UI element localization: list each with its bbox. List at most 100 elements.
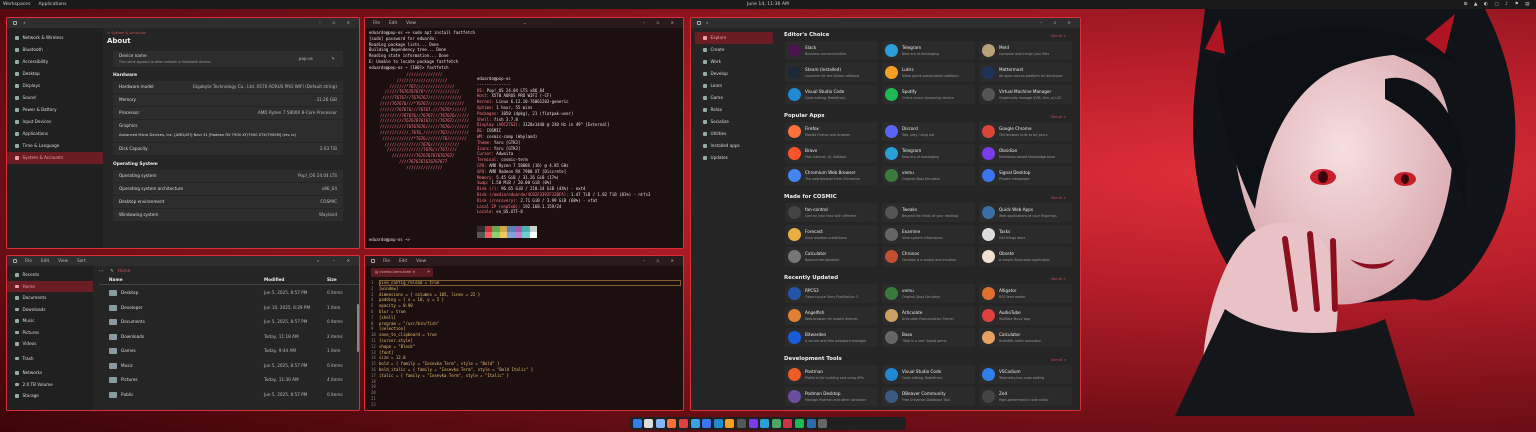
sidebar-item-sound[interactable]: Sound — [7, 92, 103, 104]
files-sidebar-recents[interactable]: Recents — [7, 269, 93, 281]
chevron-down-icon[interactable]: ⌄ — [523, 18, 527, 28]
editor-text[interactable]: live_config_reload = true [window] dimensi… — [379, 280, 533, 379]
sidebar-item-accessibility[interactable]: Accessibility — [7, 56, 103, 68]
app-card-alligator[interactable]: Alligator RSS feed reader — [979, 284, 1072, 303]
app-card-virtual-machine-manager[interactable]: Virtual Machine Manager Graphically manag… — [979, 85, 1072, 104]
menu-file[interactable]: File — [373, 20, 380, 25]
app-card-boxo[interactable]: Boxo "Dial in a row" board game — [882, 328, 975, 347]
see-all-link[interactable]: See all > — [1051, 277, 1066, 281]
sidebar-item-system-accounts[interactable]: System & Accounts — [7, 152, 103, 164]
app-card-steam-installed[interactable]: Steam (Installed) Launcher for the Steam … — [785, 63, 878, 82]
device-name-row[interactable]: Device name This name appears to other n… — [113, 51, 343, 67]
app-card-alpaca[interactable]: AlpacaChat with AI models — [882, 409, 975, 410]
search-icon[interactable]: ⌕ — [317, 256, 319, 266]
files-sidebar-networks[interactable]: Networks — [7, 367, 93, 379]
dock-app-icon[interactable] — [678, 419, 688, 428]
see-all-link[interactable]: See all > — [1051, 196, 1066, 200]
window-controls[interactable]: – ▫ ✕ — [643, 18, 679, 28]
files-sidebar-downloads[interactable]: Downloads — [7, 304, 93, 316]
sidebar-item-displays[interactable]: Displays — [7, 80, 103, 92]
app-card-tasks[interactable]: Tasks Get things done — [979, 225, 1072, 244]
new-tab-button[interactable]: + — [427, 269, 431, 274]
app-card-google-chrome[interactable]: Google Chrome The browser built to be you… — [979, 122, 1072, 141]
app-card-audiotube[interactable]: AudioTube YouTube Music app — [979, 306, 1072, 325]
sidebar-toggle-icon[interactable] — [13, 21, 17, 25]
breadcrumb[interactable]: < System & Accounts — [107, 31, 357, 35]
app-card-visual-studio-code[interactable]: Visual Studio Code Code editing. Redefine… — [785, 85, 878, 104]
dock-app-icon[interactable] — [690, 419, 700, 428]
dock-app-icon[interactable] — [760, 419, 770, 428]
app-card-quick-web-apps[interactable]: Quick Web Apps Web applications at your f… — [979, 203, 1072, 222]
dock-app-icon[interactable] — [748, 419, 758, 428]
files-sidebar-storage[interactable]: Storage — [7, 390, 93, 402]
app-card-arduino-ide-v2[interactable]: Arduino IDE v2Open-source electronics pr… — [785, 409, 878, 410]
menu-edit[interactable]: Edit — [399, 258, 407, 263]
table-row[interactable]: Pictures Today, 11:30 AM 4 items — [99, 373, 359, 388]
window-controls[interactable]: – ▫ ✕ — [319, 18, 355, 28]
dock-app-icon[interactable] — [783, 419, 793, 428]
files-sidebar-2-0-tb-volume[interactable]: 2.0 TB Volume — [7, 379, 93, 391]
app-card-chromium-web-browser[interactable]: Chromium Web Browser The web browser from… — [785, 166, 878, 185]
see-all-link[interactable]: See all > — [1051, 34, 1066, 38]
table-row[interactable]: Games Today, 9:44 AM 1 item — [99, 344, 359, 359]
dock-app-icon[interactable] — [632, 419, 642, 428]
app-card-calculator[interactable]: Calculator Scientific math calculator — [979, 328, 1072, 347]
app-card-vscodium[interactable]: VSCodium Telemetry-less code editing — [979, 365, 1072, 384]
app-card-examine[interactable]: Examine View system information — [882, 225, 975, 244]
app-card-dbeaver-community[interactable]: DBeaver Community Free Universal Database… — [882, 387, 975, 406]
app-card-vemu[interactable]: vemu Original Xbox Emulator — [882, 284, 975, 303]
dock-app-icon[interactable] — [818, 419, 828, 428]
status-tray[interactable]: ⊞ ▲ ◐ ▢ ♪ ⚑ ▤ — [1464, 0, 1532, 9]
app-card-calculator[interactable]: Calculator Beyond the equation — [785, 247, 878, 266]
app-card-telegram[interactable]: Telegram New era of messaging — [882, 144, 975, 163]
app-card-slack[interactable]: Slack Business communication — [785, 41, 878, 60]
app-card-signal-desktop[interactable]: Signal Desktop Private messenger — [979, 166, 1072, 185]
app-card-brave[interactable]: Brave Fast Internet, AI, Adblock — [785, 144, 878, 163]
table-row[interactable]: Public Jun 5, 2025, 8:57 PM 0 items — [99, 388, 359, 403]
app-card-bitwarden[interactable]: Bitwarden A secure and free password mana… — [785, 328, 878, 347]
app-card-thonny[interactable]: ThonnyPython IDE for beginners — [979, 409, 1072, 410]
window-controls[interactable]: – ✕ — [333, 256, 355, 266]
files-sidebar-documents[interactable]: Documents — [7, 292, 93, 304]
dock-app-icon[interactable] — [806, 419, 816, 428]
clock[interactable]: June 14, 11:36 AM — [0, 0, 1536, 9]
app-card-vemu[interactable]: vemu Original Xbox Emulator — [882, 166, 975, 185]
files-sidebar-music[interactable]: Music — [7, 315, 93, 327]
col-modified[interactable]: Modified — [264, 275, 284, 285]
menu-view[interactable]: View — [58, 258, 68, 263]
dock-app-icon[interactable] — [771, 419, 781, 428]
app-card-angelfish[interactable]: Angelfish Web browser for mobile devices — [785, 306, 878, 325]
sidebar-toggle-icon[interactable] — [371, 259, 375, 263]
sidebar-item-bluetooth[interactable]: Bluetooth — [7, 44, 103, 56]
table-row[interactable]: Documents Jun 5, 2025, 8:57 PM 0 items — [99, 315, 359, 330]
app-card-discord[interactable]: Discord Talk, play, hang out — [882, 122, 975, 141]
see-all-link[interactable]: See all > — [1051, 115, 1066, 119]
app-card-obsete[interactable]: Obsete A simple flashcards application — [979, 247, 1072, 266]
app-card-lutris[interactable]: Lutris Video game preservation platform — [882, 63, 975, 82]
files-sidebar-trash[interactable]: Trash — [7, 353, 93, 365]
see-all-link[interactable]: See all > — [1051, 358, 1066, 362]
dock-app-icon[interactable] — [702, 419, 712, 428]
app-card-telegram[interactable]: Telegram New era of messaging — [882, 41, 975, 60]
app-card-articulate[interactable]: Articulate Articulate Pronunciation Train… — [882, 306, 975, 325]
menu-edit[interactable]: Edit — [389, 20, 397, 25]
dock-app-icon[interactable] — [736, 419, 746, 428]
forward-icon[interactable]: › — [102, 268, 104, 273]
sidebar-item-network-wireless[interactable]: Network & Wireless — [7, 32, 103, 44]
app-card-visual-studio-code[interactable]: Visual Studio Code Code editing. Redefine… — [882, 365, 975, 384]
files-sidebar-videos[interactable]: Videos — [7, 338, 93, 350]
menu-view[interactable]: View — [406, 20, 416, 25]
app-card-forecast[interactable]: Forecast View weather predictions — [785, 225, 878, 244]
menu-file[interactable]: File — [383, 258, 390, 263]
menu-sort[interactable]: Sort — [77, 258, 86, 263]
sidebar-item-time-language[interactable]: Time & Language — [7, 140, 103, 152]
files-sidebar-pictures[interactable]: Pictures — [7, 327, 93, 339]
sidebar-item-applications[interactable]: Applications — [7, 128, 103, 140]
table-row[interactable]: Downloads Today, 11:18 AM 2 items — [99, 330, 359, 345]
dock-app-icon[interactable] — [794, 419, 804, 428]
app-card-obsidian[interactable]: Obsidian Markdown-based knowledge base — [979, 144, 1072, 163]
terminal-output[interactable]: eduardo@pop-os ~> sudo apt install fastf… — [369, 30, 475, 71]
app-card-podman-desktop[interactable]: Podman Desktop Manage Podman and other co… — [785, 387, 878, 406]
menu-view[interactable]: View — [416, 258, 426, 263]
search-icon[interactable]: ⌕ — [23, 20, 25, 25]
